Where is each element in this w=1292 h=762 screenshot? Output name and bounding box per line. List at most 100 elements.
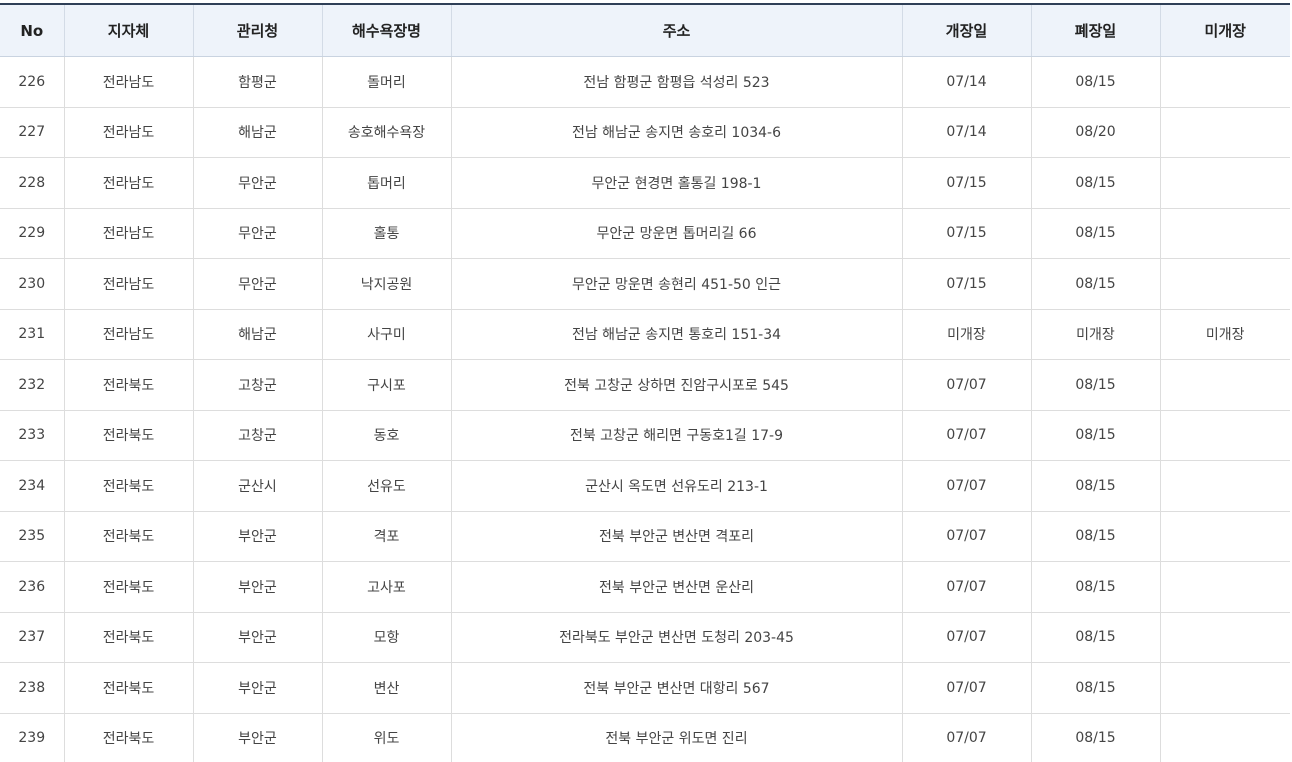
cell-open-date: 07/07 [902,359,1032,411]
cell-open-date: 07/14 [902,107,1032,158]
cell-region: 전라남도 [64,157,194,209]
cell-close-date: 08/15 [1031,561,1161,613]
cell-open-date: 07/15 [902,208,1032,259]
cell-beach-name: 톱머리 [322,157,452,209]
cell-not-opened [1160,208,1290,259]
table-header: No 지자체 관리청 해수욕장명 주소 개장일 폐장일 미개장 [0,3,1290,57]
cell-address: 무안군 현경면 홀통길 198-1 [451,157,903,209]
cell-open-date: 미개장 [902,309,1032,360]
cell-not-opened [1160,511,1290,562]
cell-office: 부안군 [193,612,323,663]
cell-open-date: 07/07 [902,713,1032,762]
cell-no: 227 [0,107,65,158]
cell-address: 전북 부안군 변산면 운산리 [451,561,903,613]
cell-office: 부안군 [193,662,323,714]
cell-region: 전라남도 [64,107,194,158]
cell-beach-name: 격포 [322,511,452,562]
cell-region: 전라북도 [64,511,194,562]
cell-close-date: 08/15 [1031,56,1161,108]
cell-beach-name: 고사포 [322,561,452,613]
cell-no: 226 [0,56,65,108]
cell-close-date: 08/15 [1031,662,1161,714]
cell-no: 231 [0,309,65,360]
cell-office: 군산시 [193,460,323,512]
cell-beach-name: 동호 [322,410,452,461]
table-row: 230 전라남도 무안군 낙지공원 무안군 망운면 송현리 451-50 인근 07/15… [0,258,1290,310]
cell-beach-name: 돌머리 [322,56,452,108]
cell-office: 무안군 [193,258,323,310]
cell-office: 부안군 [193,713,323,762]
cell-beach-name: 위도 [322,713,452,762]
cell-close-date: 08/15 [1031,713,1161,762]
cell-close-date: 08/20 [1031,107,1161,158]
cell-not-opened: 미개장 [1160,309,1290,360]
beach-table: No 지자체 관리청 해수욕장명 주소 개장일 폐장일 미개장 226 전라남도 함… [0,3,1290,762]
cell-close-date: 08/15 [1031,208,1161,259]
cell-region: 전라북도 [64,561,194,613]
table-row: 227 전라남도 해남군 송호해수욕장 전남 해남군 송지면 송호리 1034-6 07/… [0,107,1290,158]
cell-address: 무안군 망운면 송현리 451-50 인근 [451,258,903,310]
cell-no: 237 [0,612,65,663]
cell-not-opened [1160,460,1290,512]
header-address: 주소 [451,3,903,57]
cell-region: 전라북도 [64,612,194,663]
cell-address: 전남 해남군 송지면 통호리 151-34 [451,309,903,360]
cell-close-date: 08/15 [1031,258,1161,310]
cell-address: 전남 해남군 송지면 송호리 1034-6 [451,107,903,158]
table-row: 228 전라남도 무안군 톱머리 무안군 현경면 홀통길 198-1 07/15 08/15 [0,157,1290,209]
cell-region: 전라남도 [64,56,194,108]
cell-no: 230 [0,258,65,310]
cell-close-date: 08/15 [1031,410,1161,461]
cell-close-date: 미개장 [1031,309,1161,360]
table-row: 232 전라북도 고창군 구시포 전북 고창군 상하면 진암구시포로 545 07/07 0… [0,359,1290,411]
cell-no: 232 [0,359,65,411]
header-office: 관리청 [193,3,323,57]
cell-address: 전남 함평군 함평읍 석성리 523 [451,56,903,108]
cell-no: 234 [0,460,65,512]
cell-beach-name: 변산 [322,662,452,714]
cell-address: 전북 부안군 변산면 격포리 [451,511,903,562]
cell-no: 238 [0,662,65,714]
cell-close-date: 08/15 [1031,612,1161,663]
cell-not-opened [1160,612,1290,663]
table-row: 237 전라북도 부안군 모항 전라북도 부안군 변산면 도청리 203-45 07/07… [0,612,1290,663]
table-row: 234 전라북도 군산시 선유도 군산시 옥도면 선유도리 213-1 07/07 08/1… [0,460,1290,512]
table-row: 229 전라남도 무안군 홀통 무안군 망운면 톱머리길 66 07/15 08/15 [0,208,1290,259]
cell-address: 전북 부안군 변산면 대항리 567 [451,662,903,714]
header-close-date: 폐장일 [1031,3,1161,57]
cell-open-date: 07/07 [902,612,1032,663]
beach-table-container: No 지자체 관리청 해수욕장명 주소 개장일 폐장일 미개장 226 전라남도 함… [0,0,1292,762]
cell-region: 전라북도 [64,662,194,714]
cell-office: 함평군 [193,56,323,108]
cell-no: 228 [0,157,65,209]
cell-beach-name: 홀통 [322,208,452,259]
cell-open-date: 07/07 [902,410,1032,461]
cell-not-opened [1160,359,1290,411]
cell-open-date: 07/07 [902,662,1032,714]
cell-office: 해남군 [193,107,323,158]
cell-open-date: 07/15 [902,258,1032,310]
table-row: 233 전라북도 고창군 동호 전북 고창군 해리면 구동호1길 17-9 07/07 08… [0,410,1290,461]
cell-region: 전라북도 [64,359,194,411]
cell-not-opened [1160,662,1290,714]
cell-office: 고창군 [193,410,323,461]
cell-not-opened [1160,107,1290,158]
table-row: 226 전라남도 함평군 돌머리 전남 함평군 함평읍 석성리 523 07/14 08/1… [0,56,1290,108]
cell-no: 233 [0,410,65,461]
cell-not-opened [1160,561,1290,613]
header-open-date: 개장일 [902,3,1032,57]
cell-region: 전라북도 [64,713,194,762]
cell-close-date: 08/15 [1031,511,1161,562]
table-body: 226 전라남도 함평군 돌머리 전남 함평군 함평읍 석성리 523 07/14 08/1… [0,56,1290,762]
cell-no: 239 [0,713,65,762]
cell-region: 전라남도 [64,309,194,360]
header-not-opened: 미개장 [1160,3,1290,57]
cell-region: 전라북도 [64,460,194,512]
cell-address: 군산시 옥도면 선유도리 213-1 [451,460,903,512]
cell-office: 부안군 [193,511,323,562]
table-row: 235 전라북도 부안군 격포 전북 부안군 변산면 격포리 07/07 08/15 [0,511,1290,562]
header-no: No [0,3,65,57]
cell-address: 전라북도 부안군 변산면 도청리 203-45 [451,612,903,663]
cell-region: 전라북도 [64,410,194,461]
cell-beach-name: 낙지공원 [322,258,452,310]
